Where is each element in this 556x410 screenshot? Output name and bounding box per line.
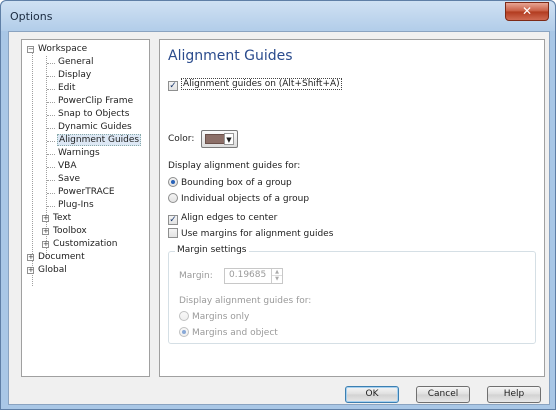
- tree-item-toolbox[interactable]: + Toolbox: [42, 225, 87, 238]
- use-margins-checkbox[interactable]: Use margins for alignment guides: [168, 228, 333, 240]
- margin-value: 0.19685: [229, 270, 267, 280]
- collapse-icon[interactable]: −: [27, 46, 34, 53]
- tree-item-display[interactable]: Display: [58, 69, 91, 82]
- tree-item-save[interactable]: Save: [58, 173, 80, 186]
- radio-unselected-icon[interactable]: [168, 193, 178, 203]
- expand-icon[interactable]: +: [42, 228, 49, 235]
- margin-settings-label: Margin settings: [175, 245, 249, 255]
- margins-only-radio[interactable]: Margins only: [179, 311, 249, 323]
- title-bar[interactable]: Options ✕: [1, 1, 555, 31]
- color-swatch: [205, 134, 225, 144]
- chevron-down-icon: ▼: [224, 133, 234, 145]
- radio-unselected-icon[interactable]: [179, 311, 189, 321]
- tree-item-edit[interactable]: Edit: [58, 82, 75, 95]
- individual-objects-label: Individual objects of a group: [181, 194, 310, 204]
- checkbox-checked-icon[interactable]: ✓: [168, 81, 178, 91]
- alignment-guides-panel: Alignment Guides ✓ Alignment guides on (A…: [159, 39, 545, 377]
- use-margins-label: Use margins for alignment guides: [181, 229, 334, 239]
- individual-objects-radio[interactable]: Individual objects of a group: [168, 193, 309, 205]
- radio-selected-icon[interactable]: [168, 177, 178, 187]
- radio-selected-icon[interactable]: [179, 327, 189, 337]
- tree-item-label: Plug-Ins: [58, 200, 94, 210]
- close-button[interactable]: ✕: [505, 2, 549, 21]
- tree-item-label: Global: [38, 265, 67, 275]
- tree-item-document[interactable]: + Document: [27, 251, 85, 264]
- spin-up-icon[interactable]: ▲: [272, 269, 282, 276]
- tree-item-label: PowerClip Frame: [58, 96, 134, 106]
- expand-icon[interactable]: +: [42, 241, 49, 248]
- tree-item-label: PowerTRACE: [58, 187, 115, 197]
- spin-down-icon[interactable]: ▼: [272, 276, 282, 283]
- ok-button[interactable]: OK: [345, 386, 399, 403]
- tree-item-label: Display: [58, 70, 92, 80]
- tree-item-vba[interactable]: VBA: [58, 160, 77, 173]
- window-title: Options: [10, 10, 53, 23]
- tree-item-workspace[interactable]: − Workspace: [27, 43, 87, 56]
- margin-display-guides-for-label: Display alignment guides for:: [179, 296, 312, 306]
- tree-item-label: Toolbox: [53, 226, 87, 236]
- tree-item-dynamic-guides[interactable]: Dynamic Guides: [58, 121, 132, 134]
- expand-icon[interactable]: +: [27, 267, 34, 274]
- tree-item-label: VBA: [58, 161, 77, 171]
- tree-item-text[interactable]: + Text: [42, 212, 71, 225]
- tree-item-snap-to-objects[interactable]: Snap to Objects: [58, 108, 129, 121]
- checkbox-unchecked-icon[interactable]: [168, 228, 178, 238]
- margin-settings-group: Margin settings Margin: 0.19685 ▲ ▼ Disp…: [168, 245, 536, 344]
- margins-only-label: Margins only: [192, 312, 250, 322]
- tree-item-label: Snap to Objects: [58, 109, 130, 119]
- tree-item-label: General: [58, 57, 94, 67]
- margins-and-object-radio[interactable]: Margins and object: [179, 327, 278, 339]
- tree-item-label: Edit: [58, 83, 76, 93]
- spin-buttons: ▲ ▼: [271, 269, 282, 283]
- tree-item-powertrace[interactable]: PowerTRACE: [58, 186, 115, 199]
- category-tree: − Workspace General Display Edit PowerCl…: [21, 39, 150, 377]
- tree-item-plug-ins[interactable]: Plug-Ins: [58, 199, 94, 212]
- bounding-box-radio[interactable]: Bounding box of a group: [168, 177, 292, 189]
- expand-icon[interactable]: +: [27, 254, 34, 261]
- color-label: Color:: [168, 134, 195, 144]
- tree-item-label: Save: [58, 174, 81, 184]
- guides-on-label: Alignment guides on (Alt+Shift+A): [181, 78, 342, 90]
- tree-item-warnings[interactable]: Warnings: [58, 147, 100, 160]
- margins-and-object-label: Margins and object: [192, 328, 278, 338]
- tree-item-label: Customization: [53, 239, 118, 249]
- tree-item-label: Warnings: [58, 148, 100, 158]
- help-button[interactable]: Help: [487, 386, 541, 403]
- tree-item-alignment-guides[interactable]: Alignment Guides: [57, 134, 142, 147]
- tree-item-powerclip-frame[interactable]: PowerClip Frame: [58, 95, 133, 108]
- tree-item-label: Dynamic Guides: [58, 122, 132, 132]
- tree-item-label: Document: [38, 252, 85, 262]
- display-guides-for-label: Display alignment guides for:: [168, 161, 301, 171]
- expand-icon[interactable]: +: [42, 215, 49, 222]
- tree-item-general[interactable]: General: [58, 56, 93, 69]
- margin-label: Margin:: [179, 271, 213, 281]
- tree-item-label: Alignment Guides: [57, 134, 142, 146]
- color-picker-button[interactable]: ▼: [201, 130, 238, 148]
- tree-item-label: Text: [53, 213, 72, 223]
- align-edges-label: Align edges to center: [181, 213, 278, 223]
- bounding-box-label: Bounding box of a group: [181, 178, 292, 188]
- guides-on-checkbox[interactable]: ✓ Alignment guides on (Alt+Shift+A): [168, 78, 342, 91]
- margin-spinbox[interactable]: 0.19685 ▲ ▼: [224, 268, 283, 284]
- align-edges-checkbox[interactable]: ✓ Align edges to center: [168, 212, 277, 225]
- options-dialog: Options ✕ − Workspace General Display Ed…: [0, 0, 556, 410]
- checkbox-checked-icon[interactable]: ✓: [168, 215, 178, 225]
- tree-item-global[interactable]: + Global: [27, 264, 67, 277]
- tree-item-customization[interactable]: + Customization: [42, 238, 117, 251]
- page-title: Alignment Guides: [168, 48, 293, 64]
- dialog-client-area: − Workspace General Display Edit PowerCl…: [8, 31, 550, 405]
- tree-item-label: Workspace: [38, 44, 88, 54]
- cancel-button[interactable]: Cancel: [416, 386, 470, 403]
